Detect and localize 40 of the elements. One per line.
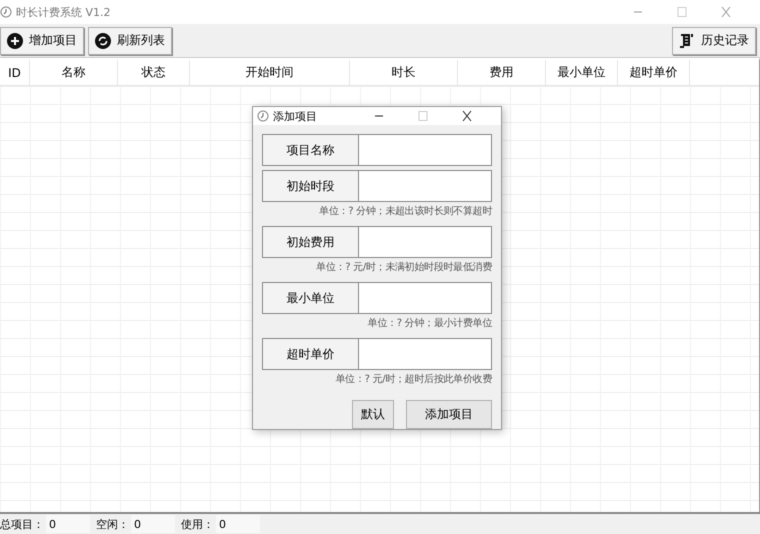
input-field[interactable] bbox=[359, 338, 492, 370]
status-label: 使用： bbox=[181, 516, 215, 532]
add-item-button[interactable]: 添加项目 bbox=[406, 400, 492, 429]
close-icon[interactable] bbox=[461, 110, 473, 122]
column-header[interactable]: 开始时间 bbox=[190, 60, 350, 85]
add-item-button[interactable]: 增加项目 bbox=[0, 26, 84, 54]
column-header[interactable]: 超时单价 bbox=[618, 60, 690, 85]
column-header[interactable]: 最小单位 bbox=[546, 60, 618, 85]
dialog-title: 添加项目 bbox=[273, 108, 317, 124]
input-field[interactable] bbox=[359, 170, 492, 202]
input-field[interactable] bbox=[359, 282, 492, 314]
column-header[interactable]: 状态 bbox=[118, 60, 190, 85]
hint-text: 单位：? 元/时；未满初始时段时最低消费 bbox=[316, 260, 492, 274]
field-label: 超时单价 bbox=[262, 338, 359, 370]
column-header[interactable]: 费用 bbox=[458, 60, 546, 85]
field-label: 最小单位 bbox=[262, 282, 359, 314]
refresh-button[interactable]: 刷新列表 bbox=[88, 26, 172, 54]
column-header[interactable]: ID bbox=[0, 60, 30, 85]
field-label: 初始费用 bbox=[262, 226, 359, 258]
status-value: 0 bbox=[216, 515, 260, 533]
hint-text: 单位：? 分钟；未超出该时长则不算超时 bbox=[319, 204, 492, 218]
plus-icon bbox=[7, 32, 23, 48]
status-value: 0 bbox=[46, 515, 90, 533]
window-title: 时长计费系统 V1.2 bbox=[16, 4, 111, 20]
column-header[interactable]: 时长 bbox=[350, 60, 458, 85]
status-value: 0 bbox=[131, 515, 175, 533]
status-label: 空闲： bbox=[96, 516, 130, 532]
field-label: 项目名称 bbox=[262, 134, 359, 166]
field-label: 初始时段 bbox=[262, 170, 359, 202]
input-field[interactable] bbox=[359, 226, 492, 258]
clock-icon bbox=[257, 110, 269, 122]
column-header[interactable]: 名称 bbox=[30, 60, 118, 85]
input-field[interactable] bbox=[359, 134, 492, 166]
history-button[interactable]: 历史记录 bbox=[672, 26, 756, 54]
hint-text: 单位：? 元/时；超时后按此单价收费 bbox=[336, 372, 492, 386]
default-button[interactable]: 默认 bbox=[352, 400, 394, 429]
document-icon bbox=[679, 32, 695, 48]
refresh-icon bbox=[95, 32, 111, 48]
status-label: 总项目： bbox=[0, 516, 45, 532]
hint-text: 单位：? 分钟；最小计费单位 bbox=[368, 316, 492, 330]
